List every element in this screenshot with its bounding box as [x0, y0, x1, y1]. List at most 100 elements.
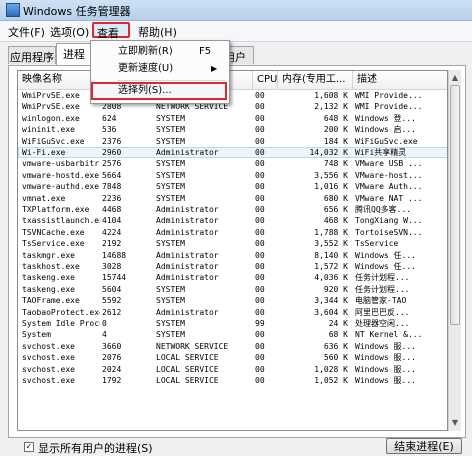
process-row[interactable]: System 4 SYSTEM 00 68 K NT Kernel &... [18, 329, 447, 340]
menu-view[interactable]: 查看(V) [92, 22, 130, 54]
menu-help[interactable]: 帮助(H) [138, 24, 177, 40]
process-row[interactable]: taskmgr.exe 14688 Administrator 00 8,140 K Wi… [18, 250, 447, 261]
memory-cell: 560 K [323, 353, 348, 363]
description-cell: TsService [355, 239, 399, 249]
column-description[interactable]: 描述 [353, 71, 447, 89]
scroll-down-icon[interactable]: ▼ [449, 416, 461, 429]
tab-strip: 应用程序 进程 用户 [8, 43, 468, 65]
menu-options[interactable]: 选项(O) [50, 24, 89, 40]
tab-applications[interactable]: 应用程序 [8, 46, 56, 64]
pid-cell: 2024 [102, 364, 122, 374]
vertical-scrollbar[interactable]: ▲ ▼ [448, 70, 461, 431]
process-row[interactable]: System Idle Process0 SYSTEM 99 24 K 处理器空闲... [18, 318, 447, 329]
pid-cell: 2960 [102, 148, 122, 157]
user-cell: SYSTEM [156, 125, 185, 135]
pid-cell: 624 [102, 113, 117, 123]
user-cell: Administrator [156, 148, 219, 157]
memory-cell: 24 K [328, 319, 348, 328]
cpu-cell: 00 [255, 341, 265, 351]
process-row[interactable]: vmnat.exe 2236 SYSTEM 00 680 K VMware NAT ... [18, 193, 447, 204]
user-cell: SYSTEM [156, 136, 185, 146]
memory-cell: 748 K [323, 159, 348, 169]
user-cell: LOCAL SERVICE [156, 376, 219, 385]
description-cell: NT Kernel &... [355, 330, 423, 340]
process-row[interactable]: vmware-authd.exe 7848 SYSTEM 00 1,016 K VMwar… [18, 181, 447, 192]
cpu-cell: 00 [255, 262, 265, 271]
cpu-cell: 00 [255, 102, 265, 112]
description-cell: WiFiGuSvc.exe [355, 136, 418, 146]
pid-cell: 4104 [102, 216, 122, 226]
process-row[interactable]: Wi-Fi.exe 2960 Administrator 00 14,032 K WiFi… [18, 147, 447, 159]
user-cell: SYSTEM [156, 170, 185, 180]
column-cpu[interactable]: CPU [253, 71, 278, 89]
memory-cell: 200 K [323, 125, 348, 135]
description-cell: VMware NAT ... [355, 193, 423, 203]
menu-item-select-columns[interactable]: 选择列(S)... [91, 82, 227, 100]
cpu-cell: 00 [255, 353, 265, 363]
column-image-name[interactable]: 映像名称 [18, 71, 98, 89]
cpu-cell: 00 [255, 182, 265, 192]
pid-cell: 0 [102, 319, 107, 328]
process-row[interactable]: txassistlaunch.exe4104 Administrator 00 468… [18, 215, 447, 226]
process-row[interactable]: svchost.exe 1792 LOCAL SERVICE 00 1,052 K Win… [18, 375, 447, 386]
scroll-thumb[interactable] [450, 85, 460, 325]
menu-file[interactable]: 文件(F) [8, 24, 45, 40]
cpu-cell: 00 [255, 239, 265, 249]
process-row[interactable]: WmiPrvSE.exe 00 1,608 K WMI Provide... [18, 90, 447, 101]
scroll-up-icon[interactable]: ▲ [449, 71, 461, 84]
image-name-cell: WmiPrvSE.exe [22, 91, 80, 100]
process-row[interactable]: taskhost.exe 3028 Administrator 00 1,572 K Wi… [18, 261, 447, 272]
user-cell: LOCAL SERVICE [156, 353, 219, 363]
process-row[interactable]: taskeng.exe 5604 SYSTEM 00 920 K 任务计划程... [18, 284, 447, 295]
show-all-users-checkbox[interactable]: ✓ [24, 442, 34, 452]
process-row[interactable]: WmiPrvSE.exe 2808 NETWORK SERVICE 00 2,132 K… [18, 101, 447, 112]
user-cell: Administrator [156, 250, 219, 260]
memory-cell: 8,140 K [314, 250, 348, 260]
menu-separator [117, 80, 225, 81]
end-process-button[interactable]: 结束进程(E) [386, 438, 462, 454]
memory-cell: 1,028 K [314, 364, 348, 374]
menu-item-refresh-now[interactable]: 立即刷新(R) F5 [91, 43, 227, 61]
cpu-cell: 00 [255, 193, 265, 203]
memory-cell: 14,032 K [309, 148, 348, 157]
pid-cell: 2236 [102, 193, 122, 203]
process-row[interactable]: svchost.exe 3660 NETWORK SERVICE 00 636 K Win… [18, 341, 447, 352]
user-cell: SYSTEM [156, 296, 185, 306]
image-name-cell: taskhost.exe [22, 262, 80, 271]
cpu-cell: 00 [255, 330, 265, 340]
memory-cell: 184 K [323, 136, 348, 146]
cpu-cell: 00 [255, 170, 265, 180]
process-row[interactable]: svchost.exe 2076 LOCAL SERVICE 00 560 K Windo… [18, 352, 447, 363]
process-row[interactable]: TsService.exe 2192 SYSTEM 00 3,552 K TsServic… [18, 238, 447, 249]
process-row[interactable]: TXPlatform.exe 4468 Administrator 00 656 K 腾讯… [18, 204, 447, 215]
process-row[interactable]: taskeng.exe 15744 Administrator 00 4,036 K 任务… [18, 272, 447, 283]
process-list[interactable]: 映像名称 CPU 内存(专用工... 描述 WmiPrvSE.exe 00 1,60… [17, 70, 448, 431]
cpu-cell: 00 [255, 364, 265, 374]
description-cell: Windows 任... [355, 262, 416, 271]
process-row[interactable]: svchost.exe 2024 LOCAL SERVICE 00 1,028 K Win… [18, 364, 447, 375]
description-cell: VMware USB ... [355, 159, 423, 169]
process-row[interactable]: WiFiGuSvc.exe 2376 SYSTEM 00 184 K WiFiGuSvc.… [18, 136, 447, 147]
process-row[interactable]: TaobaoProtect.exe 2612 Administrator 00 3,60… [18, 307, 447, 318]
description-cell: Windows 服... [355, 353, 416, 363]
tab-processes[interactable]: 进程 [56, 43, 92, 65]
pid-cell: 1792 [102, 376, 122, 385]
cpu-cell: 00 [255, 307, 265, 317]
column-memory[interactable]: 内存(专用工... [278, 71, 353, 89]
list-header: 映像名称 CPU 内存(专用工... 描述 [18, 71, 447, 90]
process-row[interactable]: TSVNCache.exe 4224 Administrator 00 1,788 K T… [18, 227, 447, 238]
menu-item-update-speed[interactable]: 更新速度(U) ▶ [91, 60, 227, 78]
memory-cell: 68 K [328, 330, 348, 340]
pid-cell: 3660 [102, 341, 122, 351]
process-row[interactable]: TAOFrame.exe 5592 SYSTEM 00 3,344 K 电脑管家-TAO [18, 295, 447, 306]
process-row[interactable]: vmware-hostd.exe 5664 SYSTEM 00 3,556 K VMwar… [18, 170, 447, 181]
image-name-cell: System [22, 330, 51, 340]
cpu-cell: 99 [255, 319, 265, 328]
cpu-cell: 00 [255, 159, 265, 169]
user-cell: SYSTEM [156, 193, 185, 203]
process-row[interactable]: wininit.exe 536 SYSTEM 00 200 K Windows 启... [18, 124, 447, 135]
cpu-cell: 00 [255, 296, 265, 306]
process-row[interactable]: winlogon.exe 624 SYSTEM 00 648 K Windows 登... [18, 113, 447, 124]
image-name-cell: vmnat.exe [22, 193, 66, 203]
process-row[interactable]: vmware-usbarbitr...2576 SYSTEM 00 748 K VMwa… [18, 158, 447, 169]
